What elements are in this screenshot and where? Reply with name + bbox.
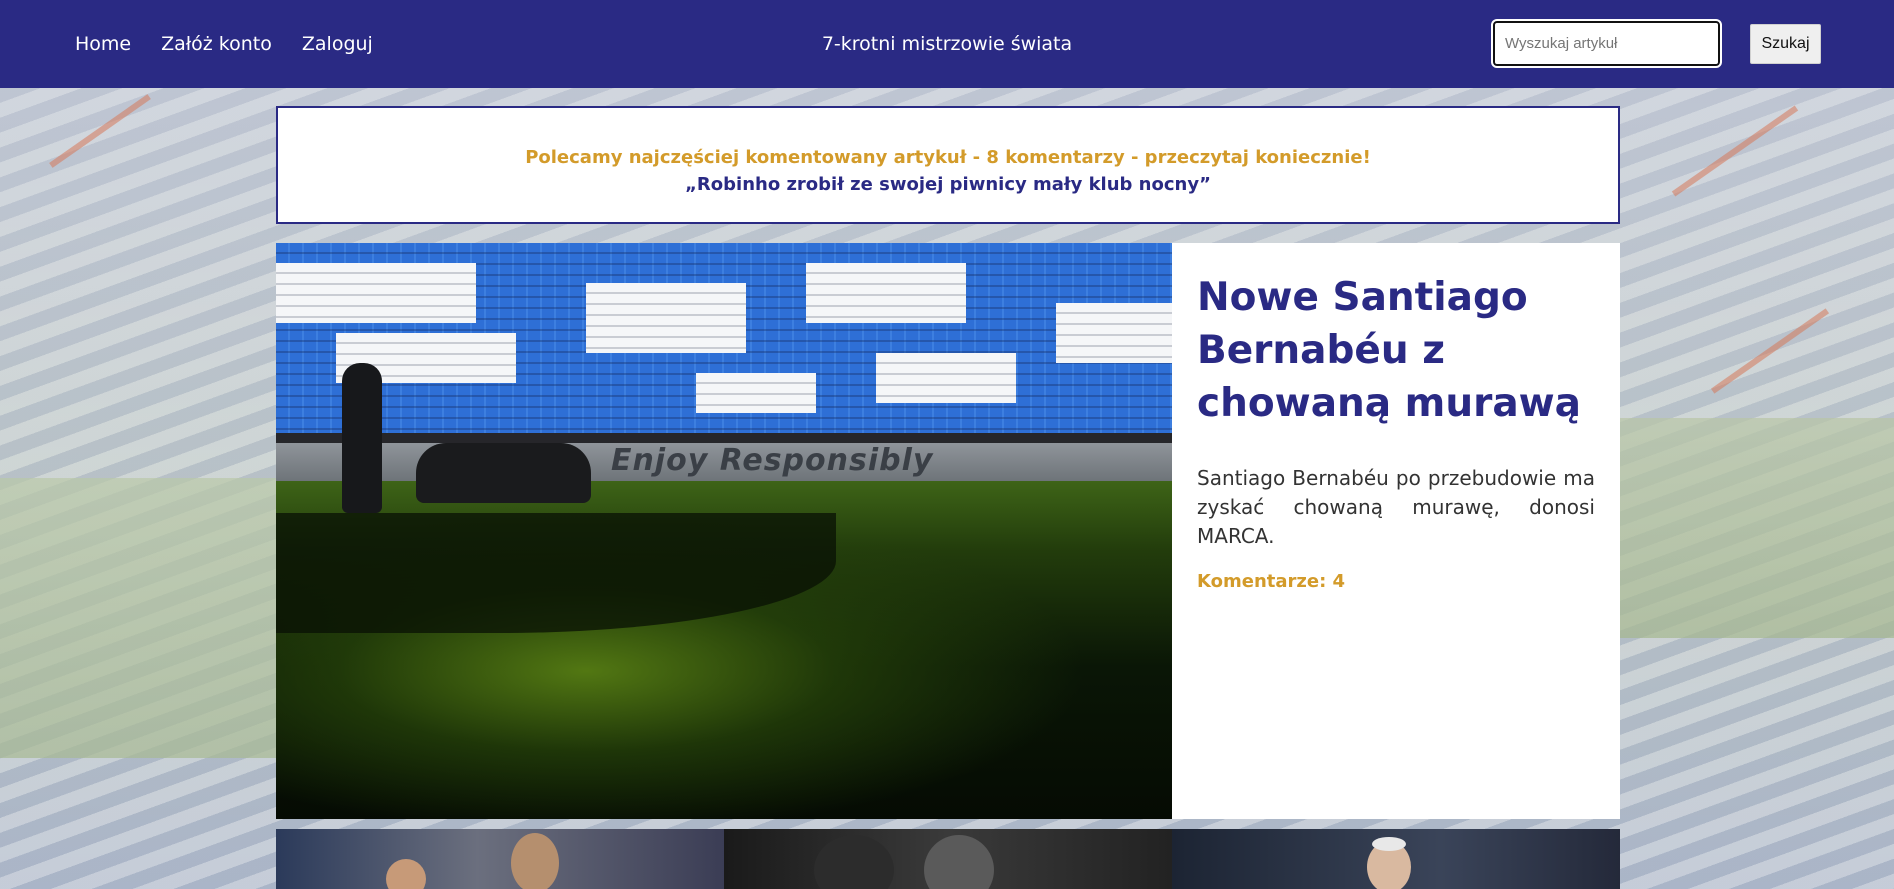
recommended-article-box: Polecamy najczęściej komentowany artykuł… bbox=[276, 106, 1620, 224]
image-groundskeeper bbox=[342, 363, 382, 513]
image-stand-pattern bbox=[806, 263, 966, 323]
image-adboard-text: Enjoy Responsibly bbox=[611, 443, 934, 478]
nav-link-login[interactable]: Zaloguj bbox=[302, 33, 373, 55]
image-stand-pattern bbox=[1056, 303, 1172, 363]
featured-article-image[interactable]: Enjoy Responsibly bbox=[276, 243, 1172, 819]
image-mower bbox=[416, 443, 591, 503]
image-stand-pattern bbox=[696, 373, 816, 413]
image-stands bbox=[276, 243, 1172, 433]
thumbnail-person bbox=[386, 859, 426, 889]
background-pitch-left bbox=[0, 478, 280, 758]
search-input[interactable] bbox=[1491, 19, 1722, 68]
navbar: Home Załóż konto Zaloguj 7-krotni mistrz… bbox=[0, 0, 1894, 88]
thumbnail-person bbox=[814, 835, 894, 889]
recommend-article-link[interactable]: „Robinho zrobił ze swojej piwnicy mały k… bbox=[278, 171, 1618, 198]
thumbnail-person bbox=[511, 833, 559, 889]
article-thumbnail[interactable] bbox=[724, 829, 1172, 889]
background-stripe bbox=[49, 94, 151, 168]
featured-article: Enjoy Responsibly Nowe Santiago Bernabéu… bbox=[276, 243, 1620, 819]
nav-link-home[interactable]: Home bbox=[75, 33, 131, 55]
article-thumbnail[interactable] bbox=[276, 829, 724, 889]
nav-link-register[interactable]: Załóż konto bbox=[161, 33, 272, 55]
search-button[interactable]: Szukaj bbox=[1750, 24, 1821, 64]
image-stand-pattern bbox=[876, 353, 1016, 403]
image-stand-pattern bbox=[276, 263, 476, 323]
article-thumbnail[interactable] bbox=[1172, 829, 1620, 889]
background-pitch-right bbox=[1619, 418, 1894, 638]
recommend-heading: Polecamy najczęściej komentowany artykuł… bbox=[525, 147, 1371, 168]
featured-article-comments[interactable]: Komentarze: 4 bbox=[1197, 571, 1595, 592]
background-stripe bbox=[1671, 105, 1799, 197]
thumbnail-person bbox=[924, 835, 994, 889]
featured-article-description: Santiago Bernabéu po przebudowie ma zysk… bbox=[1197, 466, 1595, 548]
featured-article-title[interactable]: Nowe Santiago Bernabéu z chowaną murawą bbox=[1197, 271, 1595, 430]
background-stripe bbox=[1710, 308, 1830, 394]
nav-links: Home Załóż konto Zaloguj bbox=[75, 0, 373, 88]
image-stand-pattern bbox=[586, 283, 746, 353]
article-thumbnails-row bbox=[276, 829, 1620, 889]
thumbnail-hair bbox=[1372, 837, 1406, 851]
image-adboard-rail bbox=[276, 433, 1172, 443]
featured-article-text: Nowe Santiago Bernabéu z chowaną murawą … bbox=[1172, 243, 1620, 819]
